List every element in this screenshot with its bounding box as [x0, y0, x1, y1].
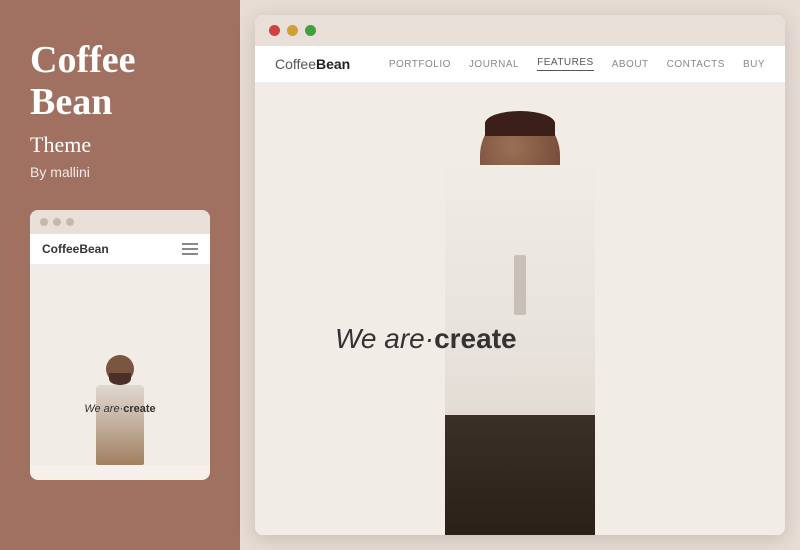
dot-green [305, 25, 316, 36]
theme-author: By mallini [30, 164, 210, 180]
dot-yellow [287, 25, 298, 36]
small-tagline: We are·create [84, 403, 155, 415]
nav-contacts[interactable]: CONTACTS [667, 59, 725, 70]
browser-logo: CoffeeBean [275, 56, 350, 72]
small-person-body [96, 385, 144, 465]
nav-buy[interactable]: BUY [743, 59, 765, 70]
browser-titlebar [255, 15, 785, 46]
person-pants [445, 415, 595, 535]
person-hair [485, 111, 555, 136]
theme-title: Coffee Bean [30, 40, 210, 124]
dot-1 [40, 218, 48, 226]
dot-red [269, 25, 280, 36]
sidebar: Coffee Bean Theme By mallini CoffeeBean [0, 0, 240, 550]
main-tagline: We are·create [335, 323, 517, 355]
small-content-area: We are·create [30, 265, 210, 465]
small-browser-mockup: CoffeeBean We are·create [30, 210, 210, 480]
dot-3 [66, 218, 74, 226]
small-logo: CoffeeBean [42, 242, 109, 256]
main-area: CoffeeBean PORTFOLIO JOURNAL FEATURES AB… [240, 0, 800, 550]
nav-features[interactable]: FEATURES [537, 57, 594, 71]
nav-links: PORTFOLIO JOURNAL FEATURES ABOUT CONTACT… [389, 57, 765, 71]
person-figure-container [420, 83, 620, 535]
browser-main-content: We are·create [255, 83, 785, 535]
small-person-beard [109, 373, 131, 385]
dot-2 [53, 218, 61, 226]
nav-journal[interactable]: JOURNAL [469, 59, 519, 70]
person-collar [514, 255, 526, 315]
nav-about[interactable]: ABOUT [612, 59, 649, 70]
small-titlebar [30, 210, 210, 234]
small-navbar: CoffeeBean [30, 234, 210, 265]
browser-navbar: CoffeeBean PORTFOLIO JOURNAL FEATURES AB… [255, 46, 785, 83]
browser-window: CoffeeBean PORTFOLIO JOURNAL FEATURES AB… [255, 15, 785, 535]
hamburger-icon[interactable] [182, 243, 198, 255]
theme-subtitle: Theme [30, 132, 210, 158]
nav-portfolio[interactable]: PORTFOLIO [389, 59, 451, 70]
